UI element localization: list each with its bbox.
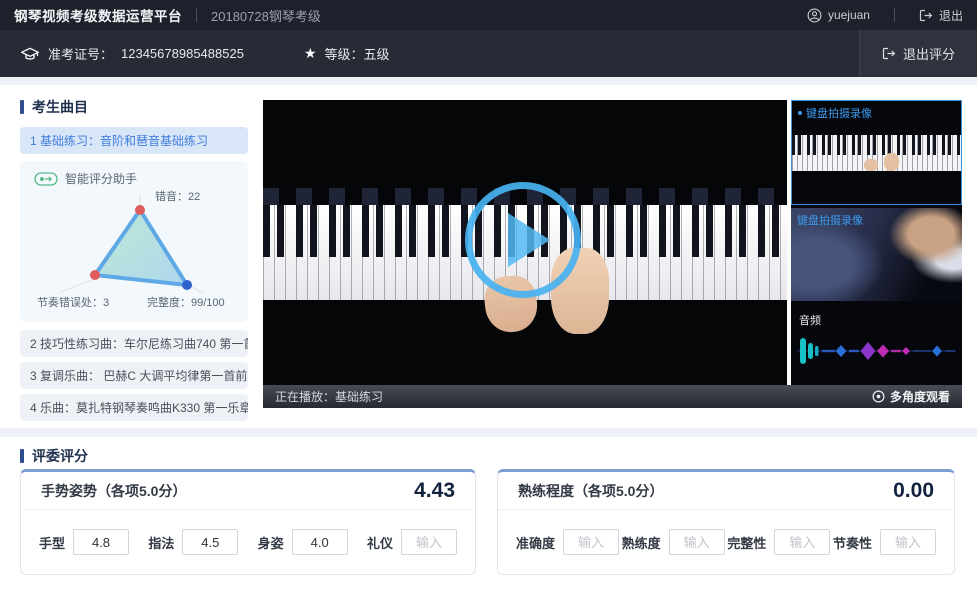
header-divider (894, 8, 895, 22)
audio-waveform (795, 332, 958, 370)
session-title: 20180728钢琴考级 (211, 6, 321, 25)
exit-scoring-label: 退出评分 (903, 44, 955, 63)
card-header: 熟练程度（各项5.0分） 0.00 (498, 472, 954, 510)
play-icon (508, 213, 550, 267)
playlist-item-4[interactable]: 4 乐曲：莫扎特钢琴奏鸣曲K330 第一乐章 (20, 394, 248, 421)
header-divider (196, 8, 197, 22)
player-section: 考生曲目 1 基础练习：音阶和琶音基础练习 智能评分助手 错音：22 (0, 85, 977, 428)
camera-angle-panel: 键盘拍摄录像 键盘拍摄录像 音频 (791, 100, 962, 385)
assistant-toggle-icon (34, 172, 58, 186)
accuracy-input[interactable] (563, 529, 619, 555)
thumbnail-label: 键盘拍摄录像 (797, 212, 863, 228)
logout-button[interactable]: 退出 (919, 7, 963, 24)
playlist-item-2[interactable]: 2 技巧性练习曲：车尔尼练习曲740 第一首 (20, 330, 248, 357)
judge-scoring-section: 评委评分 手势姿势（各项5.0分） 4.43 手型 指法 身姿 礼仪 (0, 437, 977, 589)
mini-hand (864, 159, 878, 171)
star-icon: ★ (304, 45, 317, 62)
play-button[interactable] (465, 182, 581, 298)
username: yuejuan (828, 8, 870, 22)
radar-chart (20, 185, 248, 303)
radar-label-rhythm-errors: 节奏错误处：3 (37, 294, 109, 310)
now-playing-bar: 正在播放：基础练习 多角度观看 (263, 385, 962, 408)
field-fingering: 指法 (148, 529, 238, 555)
card-header: 手势姿势（各项5.0分） 4.43 (21, 472, 475, 510)
field-completeness: 完整性 (727, 529, 830, 555)
now-playing-text: 正在播放：基础练习 (275, 388, 383, 405)
thumbnail-keyboard-top-view[interactable]: 键盘拍摄录像 (791, 100, 962, 205)
mini-piano-black-keys (792, 135, 962, 155)
title-accent-bar (20, 449, 24, 463)
title-accent-bar (20, 100, 24, 114)
multi-angle-button[interactable]: 多角度观看 (872, 388, 950, 405)
field-etiquette: 礼仪 (367, 529, 457, 555)
body-posture-input[interactable] (292, 529, 348, 555)
completeness-input[interactable] (774, 529, 830, 555)
playlist-title: 考生曲目 (20, 97, 88, 117)
audio-label: 音频 (799, 312, 821, 328)
thumbnail-keyboard-side-view[interactable]: 键盘拍摄录像 (791, 208, 962, 301)
logout-icon (919, 9, 933, 22)
radar-label-completeness: 完整度：99/100 (147, 294, 225, 310)
card-fields: 准确度 熟练度 完整性 节奏性 (498, 510, 954, 574)
card-title: 手势姿势（各项5.0分） (41, 481, 186, 501)
field-proficiency: 熟练度 (622, 529, 725, 555)
scoring-title: 评委评分 (20, 446, 88, 466)
multi-angle-icon (872, 390, 885, 403)
fingering-input[interactable] (182, 529, 238, 555)
app-title: 钢琴视频考级数据运营平台 (14, 5, 182, 25)
field-body-posture: 身姿 (258, 529, 348, 555)
playlist-item-1[interactable]: 1 基础练习：音阶和琶音基础练习 (20, 127, 248, 154)
field-hand-shape: 手型 (39, 529, 129, 555)
proficiency-card: 熟练程度（各项5.0分） 0.00 准确度 熟练度 完整性 节奏性 (497, 469, 955, 575)
thumbnail-label: 键盘拍摄录像 (798, 105, 872, 121)
card-title: 熟练程度（各项5.0分） (518, 481, 663, 501)
rhythm-input[interactable] (880, 529, 936, 555)
field-accuracy: 准确度 (516, 529, 619, 555)
active-dot (798, 111, 802, 115)
main-video-player[interactable] (263, 100, 787, 385)
graduation-cap-icon (20, 45, 40, 63)
exit-scoring-button[interactable]: 退出评分 (859, 30, 977, 77)
user-icon (807, 8, 822, 23)
smart-score-assistant-panel: 智能评分助手 错音：22 节奏错误处：3 完整度：99/100 (20, 161, 248, 322)
admission-number-group: 准考证号： 12345678985488525 (20, 44, 244, 63)
hand-shape-input[interactable] (73, 529, 129, 555)
gesture-posture-card: 手势姿势（各项5.0分） 4.43 手型 指法 身姿 礼仪 (20, 469, 476, 575)
field-rhythm: 节奏性 (833, 529, 936, 555)
exit-scoring-icon (882, 47, 896, 60)
playlist-item-3[interactable]: 3 复调乐曲： 巴赫C 大调平均律第一首前奏曲 (20, 362, 248, 389)
admission-label: 准考证号： (48, 44, 113, 63)
etiquette-input[interactable] (401, 529, 457, 555)
card-total-score: 4.43 (414, 479, 455, 503)
admission-number: 12345678985488525 (121, 46, 244, 61)
card-fields: 手型 指法 身姿 礼仪 (21, 510, 475, 574)
proficiency-input[interactable] (669, 529, 725, 555)
level-text: 等级：五级 (325, 44, 390, 63)
card-total-score: 0.00 (893, 479, 934, 503)
level-group: ★ 等级：五级 (304, 44, 390, 63)
top-header: 钢琴视频考级数据运营平台 20180728钢琴考级 yuejuan 退出 (0, 0, 977, 30)
mini-hand (884, 153, 899, 171)
radar-label-wrong-notes: 错音：22 (155, 188, 200, 204)
exam-info-bar: 准考证号： 12345678985488525 ★ 等级：五级 退出评分 (0, 30, 977, 77)
logout-label: 退出 (939, 7, 963, 24)
user-menu[interactable]: yuejuan (807, 8, 870, 23)
